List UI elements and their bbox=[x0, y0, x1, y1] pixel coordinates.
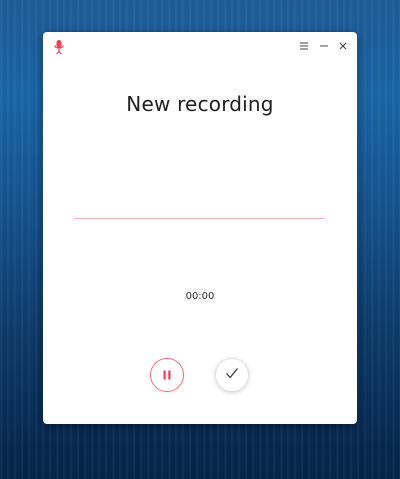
microphone-icon bbox=[53, 39, 65, 55]
pause-icon bbox=[161, 366, 173, 385]
elapsed-time: 00:00 bbox=[185, 291, 215, 302]
recording-title: New recording bbox=[126, 92, 274, 116]
minimize-icon[interactable] bbox=[317, 39, 331, 53]
titlebar bbox=[43, 32, 357, 60]
waveform-line bbox=[74, 218, 325, 219]
finish-recording-button[interactable] bbox=[215, 358, 249, 392]
close-icon[interactable] bbox=[336, 39, 350, 53]
pause-button[interactable] bbox=[150, 358, 184, 392]
hamburger-menu-icon[interactable] bbox=[297, 39, 311, 53]
checkmark-icon bbox=[224, 365, 240, 385]
recorder-window: New recording 00:00 bbox=[43, 32, 357, 424]
